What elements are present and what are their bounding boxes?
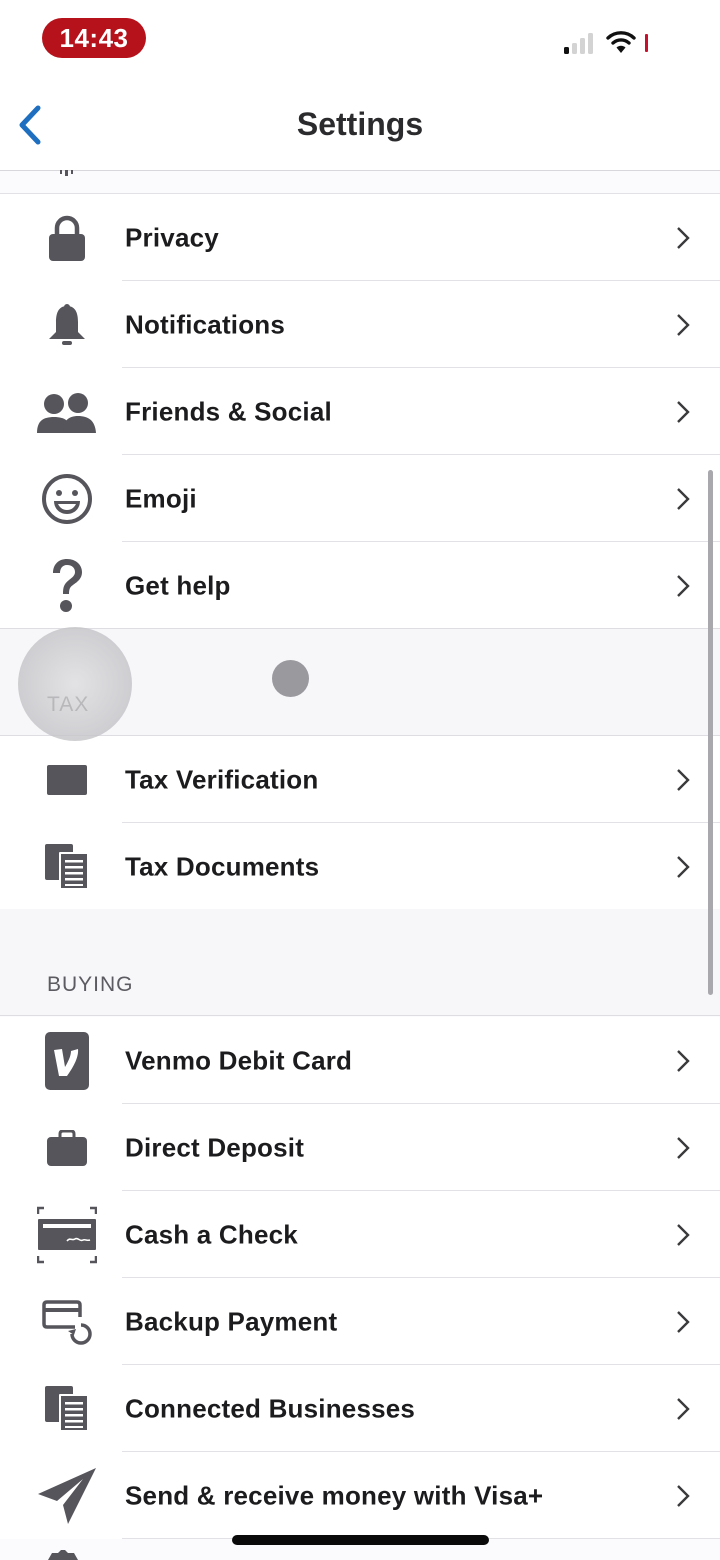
settings-item-label: Privacy bbox=[125, 222, 219, 252]
settings-item-direct-deposit[interactable]: Direct Deposit bbox=[0, 1104, 720, 1191]
chevron-right-icon bbox=[677, 1484, 690, 1507]
chevron-right-icon bbox=[677, 400, 690, 423]
partial-icon bbox=[60, 170, 73, 176]
rectangle-icon bbox=[36, 749, 98, 811]
settings-list-general: Privacy Notifications Friends & Social E… bbox=[0, 193, 720, 629]
settings-item-label: Direct Deposit bbox=[125, 1132, 305, 1162]
settings-item-venmo-debit-card[interactable]: Venmo Debit Card bbox=[0, 1017, 720, 1104]
wifi-icon bbox=[606, 31, 636, 53]
card-refresh-icon bbox=[36, 1291, 98, 1353]
settings-item-label: Backup Payment bbox=[125, 1306, 338, 1336]
settings-item-visa-plus[interactable]: Send & receive money with Visa+ bbox=[0, 1452, 720, 1539]
status-time: 14:43 bbox=[42, 18, 146, 58]
touch-indicator-small bbox=[272, 660, 309, 697]
chevron-right-icon bbox=[677, 487, 690, 510]
home-indicator[interactable] bbox=[232, 1535, 489, 1545]
chevron-right-icon bbox=[677, 313, 690, 336]
settings-item-backup-payment[interactable]: Backup Payment bbox=[0, 1278, 720, 1365]
documents-icon bbox=[36, 1378, 98, 1440]
settings-item-privacy[interactable]: Privacy bbox=[0, 194, 720, 281]
touch-indicator bbox=[18, 627, 132, 741]
settings-item-emoji[interactable]: Emoji bbox=[0, 455, 720, 542]
settings-item-cash-a-check[interactable]: Cash a Check bbox=[0, 1191, 720, 1278]
documents-icon bbox=[36, 836, 98, 898]
settings-item-notifications[interactable]: Notifications bbox=[0, 281, 720, 368]
settings-item-label: Tax Verification bbox=[125, 764, 319, 794]
check-scan-icon bbox=[36, 1204, 98, 1266]
chevron-right-icon bbox=[677, 226, 690, 249]
chevron-right-icon bbox=[677, 1049, 690, 1072]
settings-item-label: Friends & Social bbox=[125, 396, 332, 426]
chevron-right-icon bbox=[677, 574, 690, 597]
settings-item-connected-businesses[interactable]: Connected Businesses bbox=[0, 1365, 720, 1452]
smiley-icon bbox=[36, 468, 98, 530]
settings-item-friends-social[interactable]: Friends & Social bbox=[0, 368, 720, 455]
lock-icon bbox=[36, 207, 98, 269]
settings-item-label: Cash a Check bbox=[125, 1219, 298, 1249]
venmo-card-icon bbox=[36, 1030, 98, 1092]
scrollbar[interactable] bbox=[708, 470, 713, 995]
partial-icon bbox=[48, 1550, 78, 1560]
battery-icon bbox=[645, 34, 648, 52]
settings-item-label: Send & receive money with Visa+ bbox=[125, 1480, 544, 1510]
section-header-buying: BUYING bbox=[0, 909, 720, 1016]
chevron-right-icon bbox=[677, 1310, 690, 1333]
chevron-right-icon bbox=[677, 1136, 690, 1159]
settings-item-label: Emoji bbox=[125, 483, 197, 513]
chevron-right-icon bbox=[677, 768, 690, 791]
navigation-bar: Settings bbox=[0, 80, 720, 171]
settings-item-label: Tax Documents bbox=[125, 851, 320, 881]
chevron-right-icon bbox=[677, 855, 690, 878]
question-mark-icon bbox=[36, 555, 98, 617]
settings-list-buying: Venmo Debit Card Direct Deposit Cash a C… bbox=[0, 1017, 720, 1539]
section-title: BUYING bbox=[47, 973, 134, 996]
settings-item-tax-verification[interactable]: Tax Verification bbox=[0, 736, 720, 823]
page-title: Settings bbox=[296, 106, 424, 142]
settings-item-label: Connected Businesses bbox=[125, 1393, 416, 1423]
chevron-right-icon bbox=[677, 1223, 690, 1246]
settings-item-label: Notifications bbox=[125, 309, 286, 339]
settings-item-label: Venmo Debit Card bbox=[125, 1045, 353, 1075]
people-icon bbox=[36, 381, 98, 443]
settings-item-tax-documents[interactable]: Tax Documents bbox=[0, 823, 720, 910]
status-bar: 14:43 bbox=[0, 0, 720, 80]
cellular-signal-icon bbox=[564, 32, 598, 54]
settings-list-tax: Tax Verification Tax Documents bbox=[0, 736, 720, 910]
paper-plane-icon bbox=[36, 1465, 98, 1527]
settings-item-get-help[interactable]: Get help bbox=[0, 542, 720, 629]
settings-item-label: Get help bbox=[125, 570, 231, 600]
chevron-right-icon bbox=[677, 1397, 690, 1420]
briefcase-icon bbox=[36, 1117, 98, 1179]
bell-icon bbox=[36, 294, 98, 356]
